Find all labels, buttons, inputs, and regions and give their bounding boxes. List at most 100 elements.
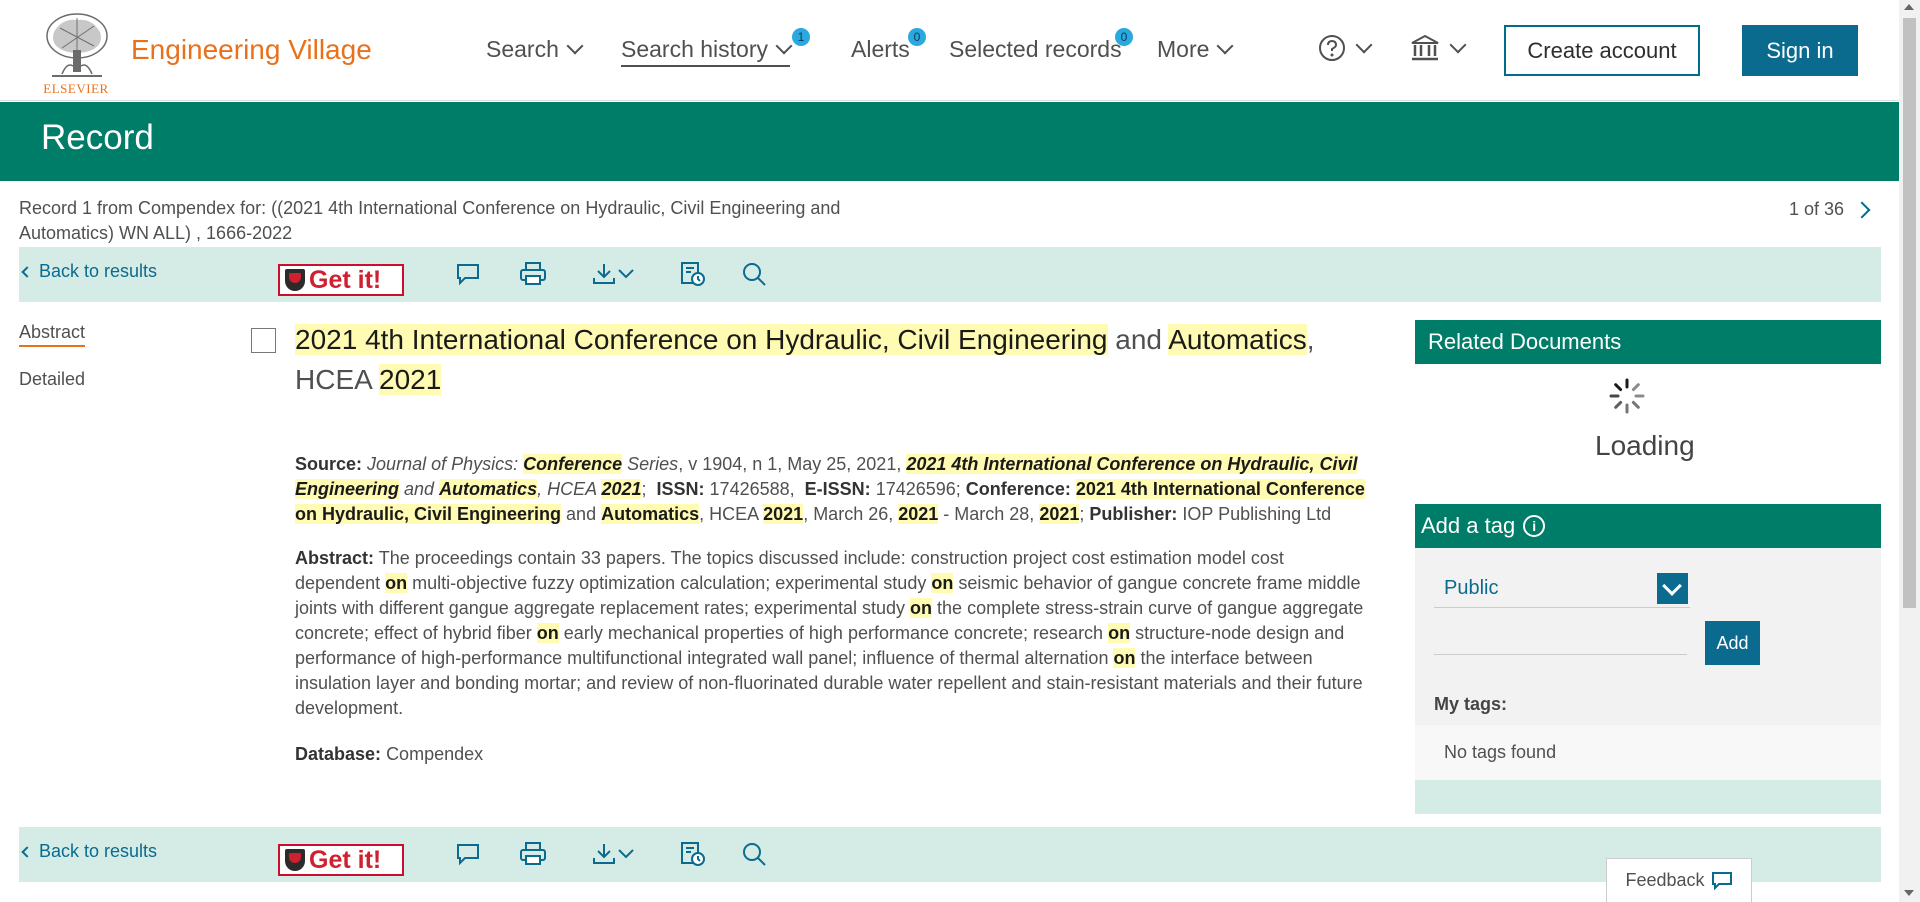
help-menu[interactable] — [1318, 34, 1373, 62]
download-button[interactable] — [585, 839, 641, 869]
alerts-count-badge: 0 — [908, 28, 926, 46]
loading-text: Loading — [1595, 430, 1695, 461]
save-to-folder-button[interactable] — [678, 259, 708, 289]
top-header: ELSEVIER Engineering Village Search Sear… — [0, 0, 1899, 101]
title-highlight: 2021 4th International Conference on Hyd… — [295, 324, 1108, 355]
source-journal[interactable]: Journal of Physics: Conference Series — [367, 454, 678, 474]
comment-button[interactable] — [453, 259, 483, 289]
print-button[interactable] — [518, 839, 548, 869]
highlight-term: on — [931, 573, 954, 593]
highlight-term: on — [536, 623, 559, 643]
no-tags-message: No tags found — [1444, 742, 1557, 762]
print-icon — [520, 842, 546, 865]
source-text: , HCEA — [537, 479, 602, 499]
record-pager: 1 of 36 — [1789, 199, 1871, 220]
journal-text: Journal of Physics: — [367, 454, 524, 474]
next-record-chevron-icon[interactable] — [1853, 201, 1871, 218]
nav-more[interactable]: More — [1157, 36, 1234, 63]
institution-menu[interactable] — [1410, 34, 1467, 62]
get-it-button[interactable]: Get it! — [278, 844, 404, 876]
add-tag-button[interactable]: Add — [1705, 621, 1760, 665]
download-icon — [593, 844, 615, 864]
shield-icon — [285, 849, 305, 871]
brand-name[interactable]: Engineering Village — [131, 34, 372, 66]
database-value: Compendex — [386, 744, 484, 764]
source-text: , March 26, — [803, 504, 899, 524]
create-account-button[interactable]: Create account — [1504, 25, 1700, 76]
elsevier-logo-text: ELSEVIER — [43, 81, 109, 96]
page-scrollbar[interactable] — [1899, 0, 1920, 902]
chevron-down-icon — [1449, 36, 1467, 53]
chevron-down-icon — [1657, 573, 1688, 604]
back-to-results-link[interactable]: Back to results — [21, 841, 157, 862]
title-text: and — [1107, 324, 1169, 355]
chevron-down-icon — [618, 849, 634, 859]
source-text: ; — [641, 479, 647, 499]
save-to-folder-button[interactable] — [678, 839, 708, 869]
source-text: - March 28, — [938, 504, 1040, 524]
search-button[interactable] — [739, 259, 769, 289]
comment-button[interactable] — [453, 839, 483, 869]
select-record-checkbox[interactable] — [251, 328, 276, 353]
tag-input[interactable] — [1434, 623, 1687, 655]
source-text: , v 1904, n 1, May 25, 2021, — [678, 454, 907, 474]
feedback-button[interactable]: Feedback — [1606, 858, 1752, 902]
sign-in-button[interactable]: Sign in — [1742, 25, 1858, 76]
info-icon[interactable]: i — [1523, 515, 1546, 537]
scroll-thumb[interactable] — [1903, 18, 1916, 608]
record-title[interactable]: 2021 4th International Conference on Hyd… — [295, 320, 1345, 400]
left-nav-abstract[interactable]: Abstract — [19, 322, 86, 347]
record-toolbar-top: Back to results Get it! — [19, 247, 1881, 302]
nav-selected-records[interactable]: Selected records — [949, 36, 1122, 63]
highlight-term: Conference — [523, 454, 623, 474]
download-button[interactable] — [585, 259, 641, 289]
institution-icon — [1411, 34, 1439, 61]
record-abstract: Abstract: The proceedings contain 33 pap… — [295, 546, 1370, 721]
source-text: and — [561, 504, 602, 524]
record-left-nav: Abstract Detailed — [19, 322, 85, 412]
nav-search-history-label: Search history — [621, 36, 769, 62]
scroll-up-arrow-icon[interactable] — [1904, 4, 1914, 10]
search-icon — [743, 263, 766, 286]
tag-visibility-select[interactable]: Public — [1434, 568, 1690, 608]
highlight-term: on — [1113, 648, 1136, 668]
pager-label: 1 of 36 — [1789, 199, 1845, 219]
record-toolbar-bottom: Back to results Get it! — [19, 827, 1881, 882]
back-to-results-link[interactable]: Back to results — [21, 261, 158, 282]
nav-alerts-label: Alerts — [851, 36, 910, 62]
print-button[interactable] — [518, 259, 548, 289]
back-to-results-label: Back to results — [39, 261, 158, 281]
chevron-down-icon — [1355, 36, 1373, 53]
add-tag-title: Add a tag — [1421, 513, 1516, 538]
source-text: ; — [1079, 504, 1085, 524]
nav-alerts[interactable]: Alerts — [851, 36, 910, 63]
get-it-label: Get it! — [309, 845, 382, 874]
title-highlight: Automatics — [1168, 324, 1307, 355]
record-database: Database: Compendex — [295, 744, 483, 765]
loading-spinner-icon — [1609, 378, 1645, 414]
nav-search-history[interactable]: Search history — [621, 36, 793, 67]
related-documents-header: Related Documents — [1415, 320, 1881, 364]
highlight-term: 2021 — [763, 504, 804, 524]
chevron-down-icon — [566, 37, 584, 55]
record-source: Source: Journal of Physics: Conference S… — [295, 452, 1370, 527]
nav-more-label: More — [1157, 36, 1210, 62]
search-button[interactable] — [739, 839, 769, 869]
highlight-term: on — [385, 573, 408, 593]
eissn-label: E-ISSN: — [804, 479, 871, 499]
chevron-down-icon — [618, 269, 634, 279]
chevron-left-icon — [21, 845, 33, 858]
comment-icon — [457, 844, 479, 866]
highlight-term: Automatics — [439, 479, 538, 499]
nav-search[interactable]: Search — [486, 36, 584, 63]
clipboard-clock-icon — [681, 262, 705, 286]
elsevier-logo[interactable]: ELSEVIER — [38, 10, 114, 96]
shield-icon — [285, 269, 305, 291]
selected-records-count-badge: 0 — [1115, 28, 1133, 46]
scroll-down-arrow-icon[interactable] — [1904, 890, 1914, 896]
issn-value: 17426588, — [709, 479, 795, 499]
abstract-text: multi-objective fuzzy optimization calcu… — [407, 573, 932, 593]
search-history-count-badge: 1 — [792, 28, 810, 46]
left-nav-detailed[interactable]: Detailed — [19, 369, 85, 390]
get-it-button[interactable]: Get it! — [278, 264, 404, 296]
